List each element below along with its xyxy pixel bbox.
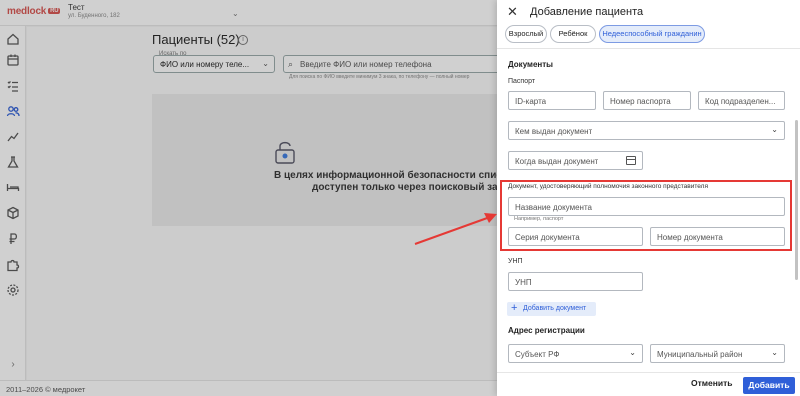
unp-label: УНП (508, 258, 523, 265)
passport-label: Паспорт (508, 78, 536, 85)
chevron-down-icon: ⌄ (629, 348, 636, 357)
add-document-label: Добавить документ (523, 305, 587, 312)
issue-date-field[interactable]: Когда выдан документ (508, 151, 643, 170)
chevron-down-icon: ⌄ (771, 348, 778, 357)
division-code-field[interactable]: Код подразделен... (698, 91, 785, 110)
placeholder: Когда выдан документ (515, 156, 599, 166)
add-document-button[interactable]: + Добавить документ (507, 302, 596, 316)
close-icon[interactable]: ✕ (507, 4, 518, 20)
unp-field[interactable]: УНП (508, 272, 643, 291)
annotation-highlight-box (500, 180, 792, 251)
district-select[interactable]: Муниципальный район ⌄ (650, 344, 785, 363)
placeholder: Номер паспорта (610, 96, 671, 106)
plus-icon: + (511, 302, 518, 314)
cancel-button[interactable]: Отменить (691, 378, 733, 388)
placeholder: Муниципальный район (657, 349, 743, 359)
tab-child[interactable]: Ребёнок (550, 25, 596, 43)
issued-by-select[interactable]: Кем выдан документ ⌄ (508, 121, 785, 140)
id-card-field[interactable]: ID-карта (508, 91, 596, 110)
calendar-icon[interactable] (626, 156, 636, 165)
passport-number-field[interactable]: Номер паспорта (603, 91, 691, 110)
region-select[interactable]: Субъект РФ ⌄ (508, 344, 643, 363)
placeholder: Субъект РФ (515, 349, 560, 359)
modal-backdrop[interactable] (0, 0, 500, 396)
placeholder: Кем выдан документ (515, 126, 593, 136)
scrollbar[interactable] (795, 120, 798, 280)
drawer-title: Добавление пациента (530, 6, 644, 18)
documents-heading: Документы (508, 60, 553, 69)
tab-incapacitated[interactable]: Недееспособный гражданин (599, 25, 705, 43)
placeholder: ID-карта (515, 96, 547, 106)
placeholder: УНП (515, 277, 532, 287)
drawer-footer: Отменить Добавить (497, 372, 800, 396)
tab-adult[interactable]: Взрослый (505, 25, 547, 43)
placeholder: Код подразделен... (705, 96, 776, 106)
chevron-down-icon: ⌄ (771, 125, 778, 134)
submit-button[interactable]: Добавить (743, 377, 795, 394)
address-heading: Адрес регистрации (508, 326, 585, 335)
